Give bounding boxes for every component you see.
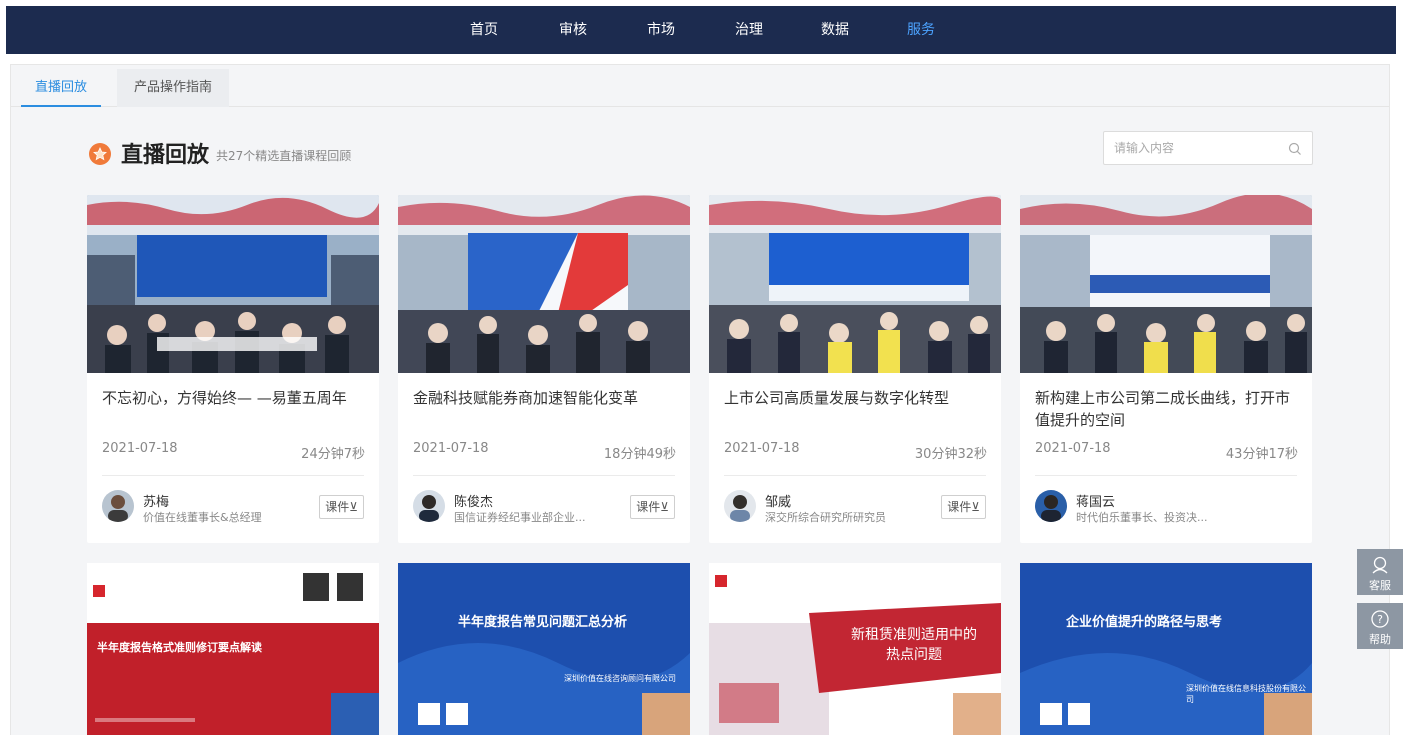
section-subtitle: 共27个精选直播课程回顾	[216, 149, 352, 163]
nav-item-market[interactable]: 市场	[647, 6, 675, 54]
search-box	[1103, 131, 1313, 165]
thumbnail-title: 半年度报告格式准则修订要点解读	[97, 641, 262, 654]
avatar	[724, 490, 756, 522]
thumbnail-subtitle: 深圳价值在线信息科技股份有限公司	[1186, 684, 1306, 704]
course-card[interactable]: 不忘初心，方得始终— —易董五周年 2021-07-18 24分钟7秒 苏梅 价…	[87, 195, 379, 543]
thumbnail-title: 企业价值提升的路径与思考	[1066, 615, 1223, 630]
card-thumbnail[interactable]	[87, 195, 379, 373]
course-card[interactable]: 上市公司高质量发展与数字化转型 2021-07-18 30分钟32秒 邹威 深交…	[709, 195, 1001, 543]
course-card[interactable]: 新构建上市公司第二成长曲线，打开市值提升的空间 2021-07-18 43分钟1…	[1020, 195, 1312, 543]
section-title: 直播回放	[121, 143, 210, 168]
thumbnail-title: 新租赁准则适用中的热点问题	[851, 627, 977, 663]
medal-icon	[89, 143, 111, 165]
speaker-role: 国信证券经纪事业部企业...	[454, 511, 586, 524]
main-nav: 首页 审核 市场 治理 数据 服务	[6, 6, 1396, 54]
avatar	[413, 490, 445, 522]
speaker-name: 邹威	[765, 495, 792, 510]
course-card[interactable]: 半年度报告格式准则修订要点解读	[87, 563, 379, 735]
nav-item-service[interactable]: 服务	[907, 6, 935, 54]
course-card[interactable]: 新租赁准则适用中的热点问题	[709, 563, 1001, 735]
speaker-role: 时代伯乐董事长、投资决...	[1076, 511, 1208, 524]
content-panel: 直播回放 产品操作指南 直播回放 共27个精选直播课程回顾 请输入内容 不忘初心…	[10, 64, 1390, 735]
card-thumbnail[interactable]	[709, 195, 1001, 373]
nav-item-data[interactable]: 数据	[821, 6, 849, 54]
courseware-download-button[interactable]: 课件⊻	[630, 495, 675, 519]
tab-bar: 直播回放 产品操作指南	[11, 65, 1389, 107]
avatar	[102, 490, 134, 522]
card-date: 2021-07-18	[724, 441, 800, 456]
card-divider	[724, 475, 986, 476]
card-duration: 18分钟49秒	[603, 447, 676, 462]
speaker-name: 苏梅	[143, 495, 170, 510]
nav-item-governance[interactable]: 治理	[735, 6, 763, 54]
nav-item-home[interactable]: 首页	[470, 6, 498, 54]
avatar	[1035, 490, 1067, 522]
card-title[interactable]: 金融科技赋能券商加速智能化变革	[413, 387, 678, 409]
speaker-role: 深交所综合研究所研究员	[765, 511, 886, 524]
speaker-name: 蒋国云	[1076, 495, 1116, 510]
card-title[interactable]: 不忘初心，方得始终— —易董五周年	[102, 387, 367, 409]
card-divider	[413, 475, 675, 476]
card-date: 2021-07-18	[1035, 441, 1111, 456]
card-duration: 24分钟7秒	[301, 447, 365, 462]
card-title[interactable]: 新构建上市公司第二成长曲线，打开市值提升的空间	[1035, 387, 1300, 431]
thumbnail-subtitle: 深圳价值在线咨询顾问有限公司	[564, 674, 676, 683]
card-duration: 30分钟32秒	[914, 447, 987, 462]
card-thumbnail[interactable]	[1020, 195, 1312, 373]
speaker-role: 价值在线董事长&总经理	[143, 511, 262, 524]
card-duration: 43分钟17秒	[1225, 447, 1298, 462]
customer-service-icon	[1372, 556, 1388, 574]
card-title[interactable]: 上市公司高质量发展与数字化转型	[724, 387, 989, 409]
card-date: 2021-07-18	[413, 441, 489, 456]
tab-product-guide[interactable]: 产品操作指南	[117, 69, 229, 107]
courseware-download-button[interactable]: 课件⊻	[941, 495, 986, 519]
course-card[interactable]: 企业价值提升的路径与思考 深圳价值在线信息科技股份有限公司	[1020, 563, 1312, 735]
nav-item-review[interactable]: 审核	[559, 6, 587, 54]
speaker-name: 陈俊杰	[454, 495, 494, 510]
card-thumbnail[interactable]	[398, 195, 690, 373]
card-date: 2021-07-18	[102, 441, 178, 456]
customer-service-button[interactable]: 客服	[1357, 549, 1403, 595]
help-icon: ?	[1371, 610, 1389, 628]
thumbnail-title: 半年度报告常见问题汇总分析	[458, 615, 628, 630]
search-icon[interactable]	[1288, 141, 1302, 160]
card-divider	[102, 475, 364, 476]
courseware-download-button[interactable]: 课件⊻	[319, 495, 364, 519]
customer-service-label: 客服	[1369, 579, 1391, 592]
tab-live-replay[interactable]: 直播回放	[21, 69, 101, 107]
help-button[interactable]: ? 帮助	[1357, 603, 1403, 649]
card-divider	[1035, 475, 1297, 476]
help-label: 帮助	[1369, 633, 1391, 646]
course-card[interactable]: 金融科技赋能券商加速智能化变革 2021-07-18 18分钟49秒 陈俊杰 国…	[398, 195, 690, 543]
svg-text:?: ?	[1377, 613, 1383, 626]
search-input[interactable]	[1104, 132, 1284, 164]
top-nav-bar: 首页 审核 市场 治理 数据 服务	[6, 6, 1396, 54]
course-card[interactable]: 半年度报告常见问题汇总分析 深圳价值在线咨询顾问有限公司	[398, 563, 690, 735]
